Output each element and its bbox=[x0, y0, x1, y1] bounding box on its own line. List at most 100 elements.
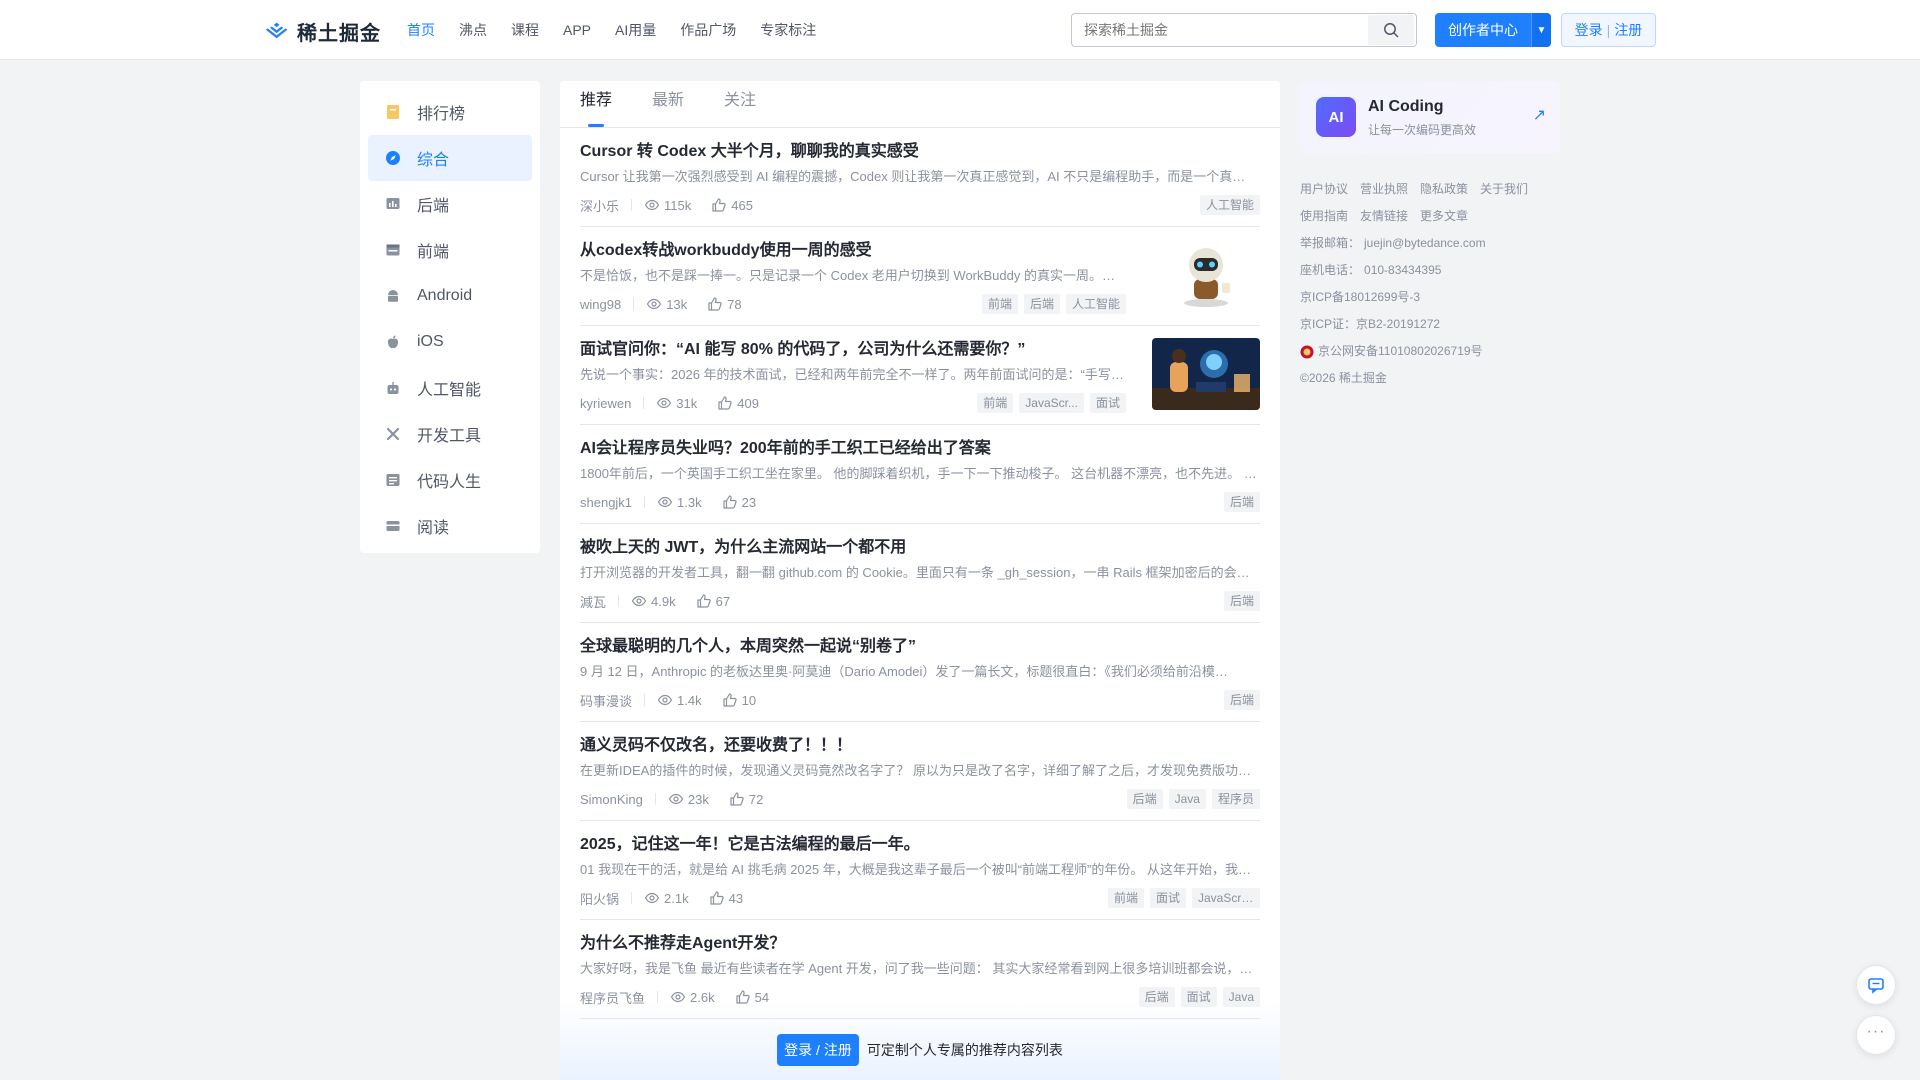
login-register-button[interactable]: 登录 | 注册 bbox=[1561, 13, 1656, 47]
article-author[interactable]: 码事漫谈 bbox=[580, 691, 632, 710]
tab-latest[interactable]: 最新 bbox=[652, 81, 684, 127]
tab-following[interactable]: 关注 bbox=[724, 81, 756, 127]
article-item[interactable]: 被吹上天的 JWT，为什么主流网站一个都不用 打开浏览器的开发者工具，翻一翻 g… bbox=[580, 524, 1260, 623]
article-tag[interactable]: JavaScript bbox=[1192, 888, 1260, 908]
nav-expert-label[interactable]: 专家标注 bbox=[748, 0, 828, 60]
article-thumbnail[interactable] bbox=[1152, 338, 1260, 410]
juejin-logo[interactable]: 稀土掘金 bbox=[263, 17, 381, 46]
article-item[interactable]: 从codex转战workbuddy使用一周的感受 不是恰饭，也不是踩一捧一。只是… bbox=[580, 227, 1260, 326]
feedback-button[interactable] bbox=[1856, 965, 1896, 1005]
external-arrow-icon[interactable]: ↗ bbox=[1533, 105, 1546, 125]
login-register-prompt-button[interactable]: 登录 / 注册 bbox=[777, 1034, 859, 1066]
article-brief[interactable]: 打开浏览器的开发者工具，翻一翻 github.com 的 Cookie。里面只有… bbox=[580, 562, 1260, 584]
footer-icp1[interactable]: 京ICP备18012699号-3 bbox=[1300, 284, 1560, 311]
footer-link-user-agreement[interactable]: 用户协议 bbox=[1300, 176, 1348, 203]
article-tag[interactable]: 面试 bbox=[1089, 393, 1126, 413]
sidebar-item-ai[interactable]: 人工智能 bbox=[368, 365, 532, 411]
article-author[interactable]: 阳火锅 bbox=[580, 889, 619, 908]
article-tag[interactable]: Java bbox=[1168, 789, 1206, 809]
article-likes[interactable]: 72 bbox=[729, 791, 763, 807]
article-brief[interactable]: 9 月 12 日，Anthropic 的老板达里奥·阿莫迪（Dario Amod… bbox=[580, 661, 1260, 683]
footer-link-friends[interactable]: 友情链接 bbox=[1360, 203, 1408, 230]
article-author[interactable]: SimonKing bbox=[580, 792, 643, 807]
creator-center-button[interactable]: 创作者中心 bbox=[1435, 13, 1531, 47]
article-tag[interactable]: 前端 bbox=[1107, 888, 1144, 908]
article-brief[interactable]: 不是恰饭，也不是踩一捧一。只是记录一个 Codex 老用户切换到 WorkBud… bbox=[580, 265, 1126, 287]
article-title[interactable]: 2025，记住这一年！它是古法编程的最后一年。 bbox=[580, 833, 1260, 857]
article-author[interactable]: 深小乐 bbox=[580, 196, 619, 215]
sidebar-item-ranking[interactable]: 排行榜 bbox=[368, 89, 532, 135]
article-likes[interactable]: 409 bbox=[717, 395, 759, 411]
article-item[interactable]: 2025，记住这一年！它是古法编程的最后一年。 01 我现在干的活，就是给 AI… bbox=[580, 821, 1260, 920]
footer-link-business-license[interactable]: 营业执照 bbox=[1360, 176, 1408, 203]
article-brief[interactable]: 1800年前后，一个英国手工织工坐在家里。 他的脚踩着织机，手一下一下推动梭子。… bbox=[580, 463, 1260, 485]
creator-dropdown-button[interactable]: ▼ bbox=[1531, 13, 1551, 47]
article-item[interactable]: AI会让程序员失业吗？200年前的手工织工已经给出了答案 1800年前后，一个英… bbox=[580, 425, 1260, 524]
footer-link-more-articles[interactable]: 更多文章 bbox=[1420, 203, 1468, 230]
article-author[interactable]: 減瓦 bbox=[580, 592, 606, 611]
sidebar-item-frontend[interactable]: 前端 bbox=[368, 227, 532, 273]
search-button[interactable] bbox=[1368, 15, 1414, 45]
sidebar-item-android[interactable]: Android bbox=[368, 273, 532, 319]
article-brief[interactable]: 先说一个事实：2026 年的技术面试，已经和两年前完全不一样了。两年前面试问的是… bbox=[580, 364, 1126, 386]
article-tag[interactable]: 程序员 bbox=[1211, 789, 1260, 809]
article-title[interactable]: 通义灵码不仅改名，还要收费了！！！ bbox=[580, 734, 1260, 758]
article-tag[interactable]: 后端 bbox=[1223, 492, 1260, 512]
nav-pins[interactable]: 沸点 bbox=[447, 0, 499, 60]
article-item[interactable]: 面试官问你：“AI 能写 80% 的代码了，公司为什么还需要你？” 先说一个事实… bbox=[580, 326, 1260, 425]
article-author[interactable]: wing98 bbox=[580, 297, 621, 312]
article-tag[interactable]: 面试 bbox=[1149, 888, 1186, 908]
article-tag[interactable]: 人工智能 bbox=[1199, 195, 1260, 215]
article-title[interactable]: 面试官问你：“AI 能写 80% 的代码了，公司为什么还需要你？” bbox=[580, 338, 1126, 362]
footer-link-about[interactable]: 关于我们 bbox=[1480, 176, 1528, 203]
nav-ai-usage[interactable]: AI用量 bbox=[603, 0, 668, 60]
article-tag[interactable]: 前端 bbox=[977, 393, 1014, 413]
footer-icp2[interactable]: 京ICP证：京B2-20191272 bbox=[1300, 311, 1560, 338]
article-title[interactable]: 全球最聪明的几个人，本周突然一起说“别卷了” bbox=[580, 635, 1260, 659]
article-tag[interactable]: 后端 bbox=[1023, 294, 1060, 314]
nav-home[interactable]: 首页 bbox=[395, 0, 447, 60]
article-item[interactable]: 全球最聪明的几个人，本周突然一起说“别卷了” 9 月 12 日，Anthropi… bbox=[580, 623, 1260, 722]
article-tag[interactable]: 后端 bbox=[1223, 591, 1260, 611]
article-tag[interactable]: 人工智能 bbox=[1065, 294, 1126, 314]
article-likes[interactable]: 78 bbox=[707, 296, 742, 312]
article-title[interactable]: Cursor 转 Codex 大半个月，聊聊我的真实感受 bbox=[580, 140, 1260, 164]
footer-link-privacy[interactable]: 隐私政策 bbox=[1420, 176, 1468, 203]
article-tag[interactable]: 前端 bbox=[981, 294, 1018, 314]
article-likes[interactable]: 10 bbox=[722, 692, 756, 708]
article-title[interactable]: AI会让程序员失业吗？200年前的手工织工已经给出了答案 bbox=[580, 437, 1260, 461]
article-thumbnail[interactable] bbox=[1152, 239, 1260, 311]
sidebar-item-code-life[interactable]: 代码人生 bbox=[368, 457, 532, 503]
footer-link-guide[interactable]: 使用指南 bbox=[1300, 203, 1348, 230]
article-item[interactable]: 通义灵码不仅改名，还要收费了！！！ 在更新IDEA的插件的时候，发现通义灵码竟然… bbox=[580, 722, 1260, 821]
sidebar-item-reading[interactable]: 阅读 bbox=[368, 503, 532, 549]
article-title[interactable]: 为什么不推荐走Agent开发？ bbox=[580, 932, 1260, 956]
search-input[interactable] bbox=[1072, 14, 1368, 46]
article-author[interactable]: shengjk1 bbox=[580, 495, 632, 510]
article-author[interactable]: kyriewen bbox=[580, 396, 631, 411]
sidebar-item-backend[interactable]: 后端 bbox=[368, 181, 532, 227]
sidebar-item-general[interactable]: 综合 bbox=[368, 135, 532, 181]
tab-recommended[interactable]: 推荐 bbox=[580, 81, 612, 127]
article-likes[interactable]: 43 bbox=[709, 890, 743, 906]
article-likes[interactable]: 67 bbox=[696, 593, 730, 609]
article-likes[interactable]: 465 bbox=[711, 197, 753, 213]
footer-police[interactable]: 京公网安备11010802026719号 bbox=[1300, 338, 1560, 365]
more-options-button[interactable]: ··· bbox=[1856, 1015, 1896, 1055]
nav-app[interactable]: APP bbox=[551, 0, 603, 60]
email-value[interactable]: juejin@bytedance.com bbox=[1364, 230, 1486, 257]
article-likes[interactable]: 23 bbox=[722, 494, 756, 510]
sidebar-item-devtools[interactable]: 开发工具 bbox=[368, 411, 532, 457]
article-title[interactable]: 被吹上天的 JWT，为什么主流网站一个都不用 bbox=[580, 536, 1260, 560]
ai-coding-card[interactable]: AI AI Coding 让每一次编码更高效 ↗ bbox=[1300, 81, 1560, 153]
article-brief[interactable]: 在更新IDEA的插件的时候，发现通义灵码竟然改名字了？ 原以为只是改了名字，详细… bbox=[580, 760, 1260, 782]
article-tag[interactable]: JavaScr... bbox=[1019, 393, 1084, 413]
article-tag[interactable]: 后端 bbox=[1126, 789, 1163, 809]
nav-showcase[interactable]: 作品广场 bbox=[668, 0, 748, 60]
article-title[interactable]: 从codex转战workbuddy使用一周的感受 bbox=[580, 239, 1126, 263]
article-brief[interactable]: Cursor 让我第一次强烈感受到 AI 编程的震撼，Codex 则让我第一次真… bbox=[580, 166, 1260, 188]
article-item[interactable]: Cursor 转 Codex 大半个月，聊聊我的真实感受 Cursor 让我第一… bbox=[580, 128, 1260, 227]
article-brief[interactable]: 大家好呀，我是飞鱼 最近有些读者在学 Agent 开发，问了我一些问题： 其实大… bbox=[580, 958, 1260, 980]
article-tag[interactable]: 后端 bbox=[1223, 690, 1260, 710]
article-brief[interactable]: 01 我现在干的活，就是给 AI 挑毛病 2025 年，大概是我这辈子最后一个被… bbox=[580, 859, 1260, 881]
